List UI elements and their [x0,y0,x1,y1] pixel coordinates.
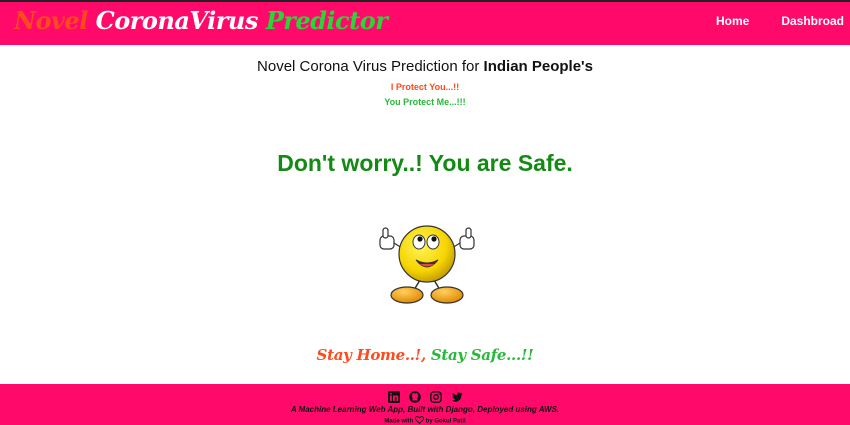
slogan-stay-safe: Stay Safe...!! [430,346,534,364]
github-icon[interactable] [408,390,421,403]
page-heading: Novel Corona Virus Prediction for Indian… [0,58,850,75]
navbar: Novel CoronaVirus Predictor Home Dashbro… [0,0,850,45]
heart-icon [414,416,425,425]
instagram-icon[interactable] [429,390,442,403]
social-links [0,390,850,403]
tagline-protect-me: You Protect Me...!!! [384,97,466,107]
linkedin-icon[interactable] [387,390,400,403]
prediction-result: Don't worry..! You are Safe. [277,150,573,176]
made-with-text: Made with [384,418,414,425]
footer-credit: Made with by Gokul Patil [0,416,850,425]
nav-dashboard-link[interactable]: Dashbroad [781,14,844,28]
slogan: Stay Home..!, Stay Safe...!! [0,346,850,364]
footer-description: A Machine Learning Web App, Built with D… [290,405,560,414]
brand-word-novel: Novel [14,6,88,35]
nav-home-link[interactable]: Home [716,14,749,28]
brand-logo[interactable]: Novel CoronaVirus Predictor [14,6,388,35]
brand-word-coronavirus: CoronaVirus [95,6,259,35]
heading-text: Novel Corona Virus Prediction for [257,58,484,75]
footer: A Machine Learning Web App, Built with D… [0,384,850,425]
nav-links: Home Dashbroad [716,14,844,28]
tagline-protect-you: I Protect You...!! [390,82,460,92]
happy-smiley-image [376,222,478,306]
slogan-stay-home: Stay Home..!, [316,346,427,364]
twitter-icon[interactable] [451,390,463,402]
author-credit: by Gokul Patil [425,418,466,425]
brand-word-predictor: Predictor [265,6,388,35]
heading-bold-text: Indian People's [483,58,593,75]
